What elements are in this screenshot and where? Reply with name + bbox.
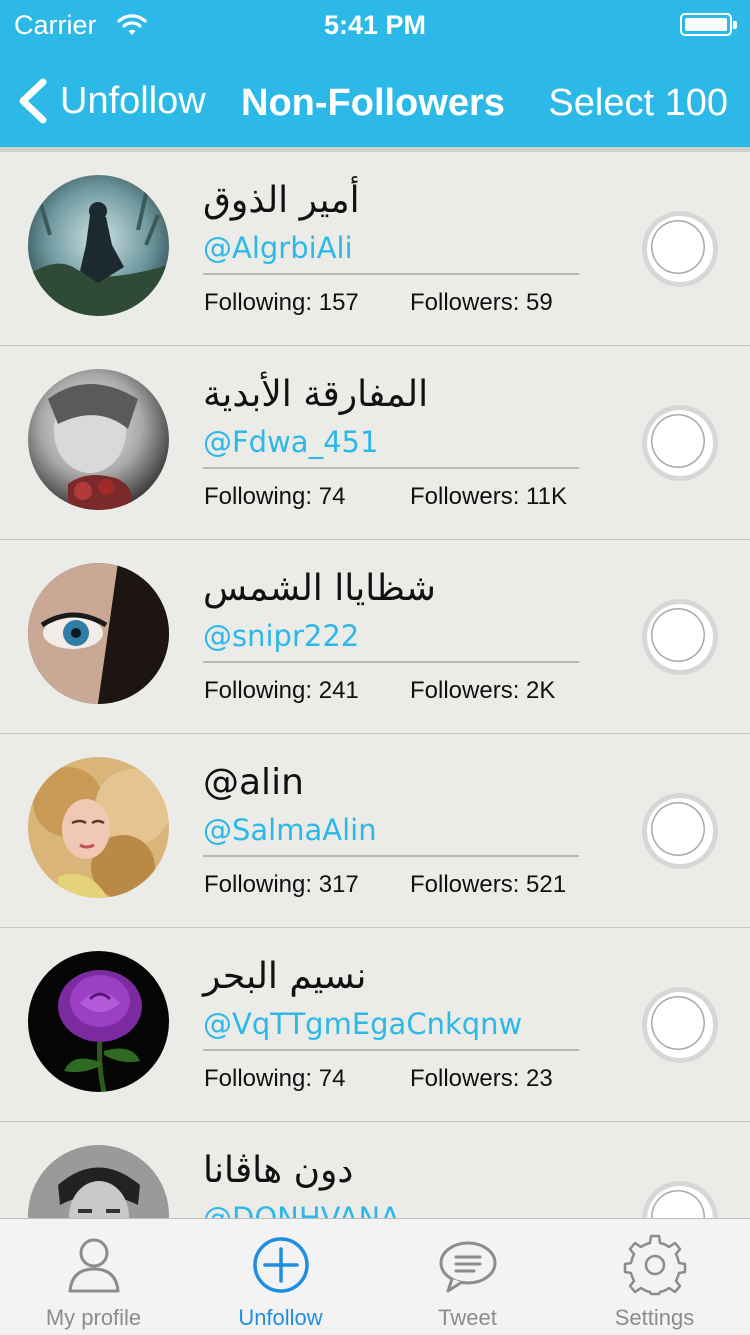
following-count: Following: 317 bbox=[204, 871, 359, 898]
top-header: Carrier 5:41 PM Unfollow Non-Followers S… bbox=[0, 0, 750, 147]
user-display-name: نسيم البحر bbox=[203, 956, 367, 997]
user-stats: Following: 317 Followers: 521 bbox=[204, 871, 566, 899]
user-handle: @SalmaAlin bbox=[203, 813, 377, 847]
list-item[interactable]: أمير الذوق @AlgrbiAli Following: 157 Fol… bbox=[0, 152, 750, 346]
user-display-name: شظاياا الشمس bbox=[203, 568, 436, 609]
following-count: Following: 74 bbox=[204, 1065, 346, 1092]
select-radio[interactable] bbox=[642, 1181, 718, 1218]
following-count: Following: 157 bbox=[204, 289, 359, 316]
followers-count: Followers: 23 bbox=[410, 1065, 553, 1092]
followers-count: Followers: 59 bbox=[410, 289, 553, 316]
list-item[interactable]: دون هاڤانا @DONHVANA bbox=[0, 1122, 750, 1218]
select-radio[interactable] bbox=[642, 599, 718, 675]
tab-tweet[interactable]: Tweet bbox=[374, 1219, 561, 1335]
user-display-name: دون هاڤانا bbox=[203, 1150, 354, 1191]
plus-circle-icon bbox=[252, 1237, 309, 1293]
user-stats: Following: 74 Followers: 23 bbox=[204, 1065, 553, 1093]
list-item[interactable]: شظاياا الشمس @snipr222 Following: 241 Fo… bbox=[0, 540, 750, 734]
tab-my-profile[interactable]: My profile bbox=[0, 1219, 187, 1335]
row-divider bbox=[203, 273, 579, 275]
followers-count: Followers: 521 bbox=[410, 871, 567, 898]
chat-bubble-icon bbox=[439, 1241, 496, 1293]
tab-label: Settings bbox=[614, 1305, 695, 1330]
user-stats: Following: 74 Followers: 11K bbox=[204, 483, 567, 511]
tab-settings[interactable]: Settings bbox=[561, 1219, 748, 1335]
list-item[interactable]: @alin @SalmaAlin Following: 317 Follower… bbox=[0, 734, 750, 928]
followers-count: Followers: 2K bbox=[410, 677, 556, 704]
battery-icon bbox=[680, 13, 737, 36]
select-all-button[interactable]: Select 100 bbox=[548, 82, 728, 125]
tab-bar: My profile Unfollow Tweet Settings bbox=[0, 1218, 750, 1334]
following-count: Following: 74 bbox=[204, 483, 346, 510]
clock: 5:41 PM bbox=[323, 10, 427, 40]
list-item[interactable]: المفارقة الأبدية @Fdwa_451 Following: 74… bbox=[0, 346, 750, 540]
user-handle: @VqTTgmEgaCnkqnw bbox=[203, 1007, 523, 1041]
gear-icon bbox=[623, 1234, 686, 1296]
tab-label: Unfollow bbox=[238, 1305, 323, 1330]
select-radio[interactable] bbox=[642, 211, 718, 287]
avatar bbox=[28, 951, 169, 1092]
tab-label: Tweet bbox=[438, 1305, 497, 1330]
user-display-name: المفارقة الأبدية bbox=[203, 374, 429, 415]
list-item[interactable]: نسيم البحر @VqTTgmEgaCnkqnw Following: 7… bbox=[0, 928, 750, 1122]
user-handle: @snipr222 bbox=[203, 619, 360, 653]
back-button-label: Unfollow bbox=[60, 79, 206, 122]
user-handle: @DONHVANA bbox=[203, 1201, 401, 1218]
navigation-bar: Unfollow Non-Followers Select 100 bbox=[0, 62, 750, 142]
avatar bbox=[28, 757, 169, 898]
user-display-name: أمير الذوق bbox=[203, 180, 360, 221]
row-divider bbox=[203, 467, 579, 469]
row-divider bbox=[203, 661, 579, 663]
avatar bbox=[28, 175, 169, 316]
user-stats: Following: 157 Followers: 59 bbox=[204, 289, 553, 317]
chevron-left-icon bbox=[19, 78, 47, 124]
user-handle: @AlgrbiAli bbox=[203, 231, 353, 265]
tab-label: My profile bbox=[45, 1305, 142, 1330]
user-handle: @Fdwa_451 bbox=[203, 425, 379, 459]
followers-count: Followers: 11K bbox=[410, 483, 567, 510]
row-divider bbox=[203, 1049, 579, 1051]
select-radio[interactable] bbox=[642, 405, 718, 481]
non-followers-list[interactable]: أمير الذوق @AlgrbiAli Following: 157 Fol… bbox=[0, 152, 750, 1218]
avatar bbox=[28, 563, 169, 704]
user-display-name: @alin bbox=[203, 762, 304, 803]
avatar bbox=[28, 1145, 169, 1218]
user-stats: Following: 241 Followers: 2K bbox=[204, 677, 555, 705]
page-title: Non-Followers bbox=[241, 82, 505, 124]
row-divider bbox=[203, 855, 579, 857]
person-icon bbox=[68, 1238, 119, 1293]
avatar bbox=[28, 369, 169, 510]
tab-unfollow[interactable]: Unfollow bbox=[187, 1219, 374, 1335]
select-radio[interactable] bbox=[642, 793, 718, 869]
back-button[interactable]: Unfollow bbox=[14, 75, 206, 127]
status-bar: Carrier 5:41 PM bbox=[0, 0, 750, 50]
select-radio[interactable] bbox=[642, 987, 718, 1063]
following-count: Following: 241 bbox=[204, 677, 359, 704]
